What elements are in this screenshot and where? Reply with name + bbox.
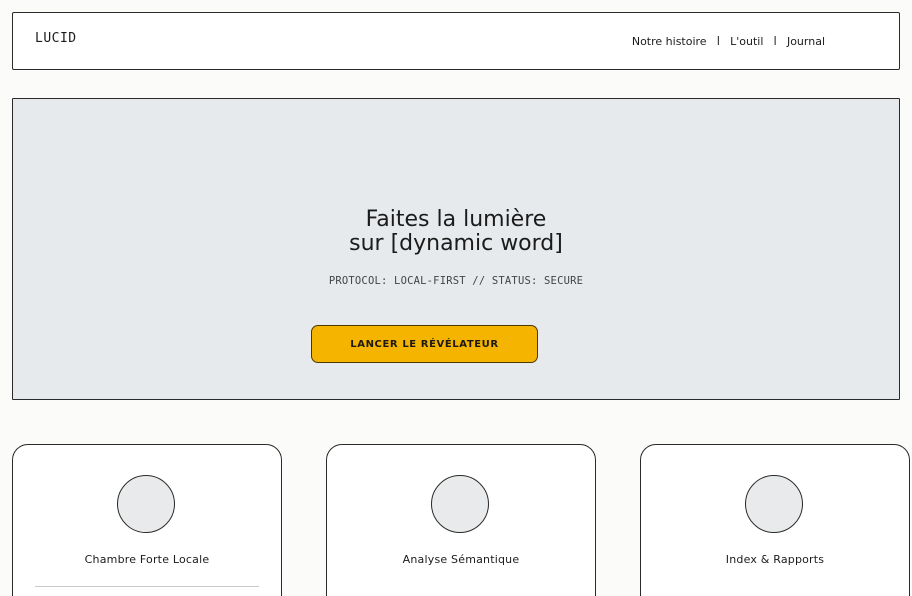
feature-card-title: Index & Rapports: [725, 553, 825, 566]
hero-title: Faites la lumière sur [dynamic word]: [13, 206, 899, 256]
launch-revealer-button[interactable]: LANCER LE RÉVÉLATEUR: [311, 325, 538, 363]
feature-card-title: Analyse Sémantique: [402, 553, 520, 566]
nav-link-l-outil[interactable]: L'outil: [730, 35, 763, 48]
feature-card-analyse-semantique: Analyse Sémantique: [326, 444, 596, 596]
circle-icon: [431, 475, 489, 533]
feature-card-title: Chambre Forte Locale: [84, 553, 210, 566]
nav-separator: I: [773, 34, 777, 48]
top-navigation: LUCID Notre histoire I L'outil I Journal: [12, 12, 900, 70]
circle-icon: [117, 475, 175, 533]
nav-link-notre-histoire[interactable]: Notre histoire: [632, 35, 707, 48]
card-divider: [35, 586, 259, 587]
feature-cards: Chambre Forte Locale Analyse Sémantique …: [12, 444, 910, 596]
feature-card-index-rapports: Index & Rapports: [640, 444, 910, 596]
hero-status-text: PROTOCOL: LOCAL-FIRST // STATUS: SECURE: [328, 275, 584, 287]
hero-section: Faites la lumière sur [dynamic word] PRO…: [12, 98, 900, 400]
nav-separator: I: [716, 34, 721, 48]
main-nav: Notre histoire I L'outil I Journal: [632, 34, 825, 48]
feature-card-chambre-forte-locale: Chambre Forte Locale: [12, 444, 282, 596]
page: LUCID Notre histoire I L'outil I Journal…: [0, 0, 912, 596]
nav-link-journal[interactable]: Journal: [787, 35, 825, 48]
brand-logo[interactable]: LUCID: [35, 31, 77, 46]
hero-title-line-1: Faites la lumière: [365, 206, 547, 232]
hero-title-line-2: sur [dynamic word]: [349, 230, 563, 256]
circle-icon: [745, 475, 803, 533]
